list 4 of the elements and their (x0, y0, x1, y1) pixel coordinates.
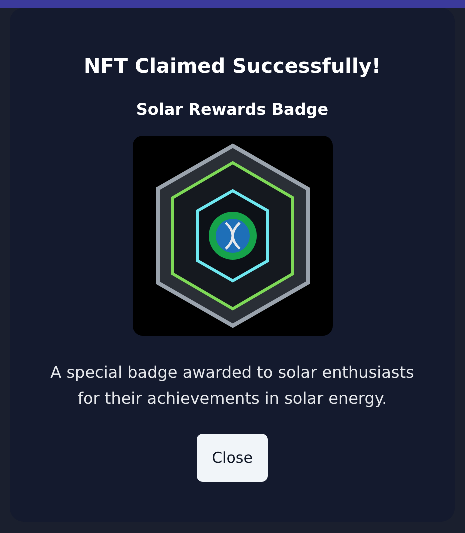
nft-name: Solar Rewards Badge (136, 99, 329, 121)
nft-description: A special badge awarded to solar enthusiasts for their achievements in solar energy. (50, 362, 416, 410)
modal-title: NFT Claimed Successfully! (84, 53, 382, 80)
close-button[interactable]: Close (197, 434, 268, 482)
